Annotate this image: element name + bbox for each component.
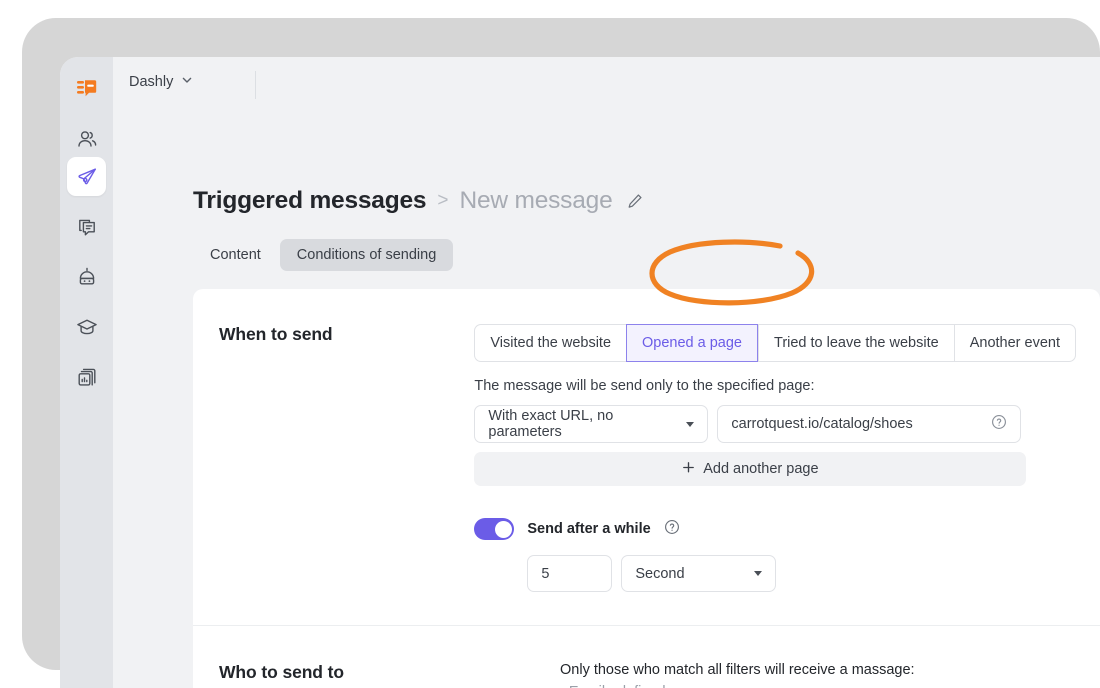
- chat-icon: [75, 215, 99, 239]
- breadcrumb-root[interactable]: Triggered messages: [193, 187, 427, 215]
- url-match-mode-value: With exact URL, no parameters: [488, 408, 614, 440]
- delay-value: 5: [541, 565, 550, 582]
- page-tabs: Content Conditions of sending: [193, 239, 454, 271]
- sidebar-item-users[interactable]: [67, 119, 106, 158]
- sidebar-item-analytics[interactable]: [67, 357, 106, 396]
- add-another-page-button[interactable]: Add another page: [474, 452, 1027, 486]
- who-to-send-to-text: Only those who match all filters will re…: [560, 662, 915, 678]
- tab-content[interactable]: Content: [193, 239, 278, 271]
- send-after-a-while-row: Send after a while: [474, 518, 1076, 540]
- robot-icon: [75, 265, 99, 289]
- sidebar-item-knowledge[interactable]: [67, 307, 106, 346]
- pencil-icon[interactable]: [626, 192, 644, 210]
- sidebar-item-conversations[interactable]: [67, 207, 106, 246]
- section-title-who-to-send-to: Who to send to: [219, 662, 344, 682]
- graduation-cap-icon: [75, 315, 99, 339]
- workspace-name: Dashly: [129, 74, 174, 90]
- app-window: Dashly Triggered messages > New message: [60, 57, 1100, 688]
- trigger-another-event[interactable]: Another event: [953, 324, 1076, 362]
- question-circle-icon[interactable]: [991, 414, 1007, 434]
- trigger-visited-the-website[interactable]: Visited the website: [474, 324, 627, 362]
- settings-card: When to send Visited the website Opened …: [193, 289, 1100, 688]
- url-match-mode-select[interactable]: With exact URL, no parameters: [474, 405, 709, 443]
- send-after-a-while-label: Send after a while: [527, 521, 651, 537]
- topbar: Dashly: [113, 57, 1100, 115]
- page-hint-text: The message will be send only to the spe…: [474, 378, 815, 394]
- annotation-ellipse-icon: [649, 239, 815, 306]
- url-input-value: carrotquest.io/catalog/shoes: [731, 416, 913, 432]
- dashly-logo[interactable]: [67, 69, 106, 108]
- who-to-send-to-filter: - Email - defined: [560, 684, 1076, 688]
- section-title-when-to-send: When to send: [219, 324, 333, 344]
- trigger-opened-a-page[interactable]: Opened a page: [626, 324, 758, 362]
- chevron-down-icon: [754, 571, 763, 576]
- dashly-logo-icon: [74, 76, 100, 102]
- add-another-page-label: Add another page: [703, 461, 819, 477]
- breadcrumb-separator: >: [437, 190, 449, 211]
- section-who-to-send-to: Who to send to Only those who match all …: [193, 626, 1100, 688]
- trigger-tried-to-leave-the-website[interactable]: Tried to leave the website: [758, 324, 954, 362]
- users-icon: [75, 127, 99, 151]
- screenshot-stage: Dashly Triggered messages > New message: [0, 0, 1100, 688]
- sidebar-item-bots[interactable]: [67, 257, 106, 296]
- page-rule-row: With exact URL, no parameters carrotques…: [474, 405, 1076, 443]
- page-title: New message: [459, 187, 613, 214]
- question-circle-icon[interactable]: [664, 519, 680, 540]
- section-when-to-send: When to send Visited the website Opened …: [193, 289, 1100, 626]
- plus-icon: [682, 461, 695, 478]
- chevron-down-icon: [686, 421, 695, 427]
- breadcrumb: Triggered messages > New message: [193, 187, 644, 215]
- delay-value-input[interactable]: 5: [527, 555, 613, 592]
- sidebar-item-triggered-messages[interactable]: [67, 157, 106, 196]
- toggle-knob: [494, 520, 512, 538]
- content-area: Triggered messages > New message Content…: [113, 114, 1100, 688]
- trigger-type-group: Visited the website Opened a page Tried …: [474, 324, 1076, 362]
- reports-chart-icon: [75, 365, 99, 389]
- delay-unit-value: Second: [635, 565, 685, 582]
- tab-conditions-of-sending[interactable]: Conditions of sending: [279, 239, 454, 271]
- paper-plane-icon: [75, 165, 99, 189]
- sidebar: [60, 57, 113, 688]
- url-input[interactable]: carrotquest.io/catalog/shoes: [717, 405, 1022, 443]
- topbar-divider: [255, 71, 256, 99]
- send-after-a-while-toggle[interactable]: [474, 518, 515, 540]
- delay-controls: 5 Second: [474, 555, 1076, 592]
- workspace-switcher[interactable]: Dashly: [129, 74, 193, 90]
- chevron-down-icon: [181, 74, 193, 90]
- delay-unit-select[interactable]: Second: [621, 555, 777, 592]
